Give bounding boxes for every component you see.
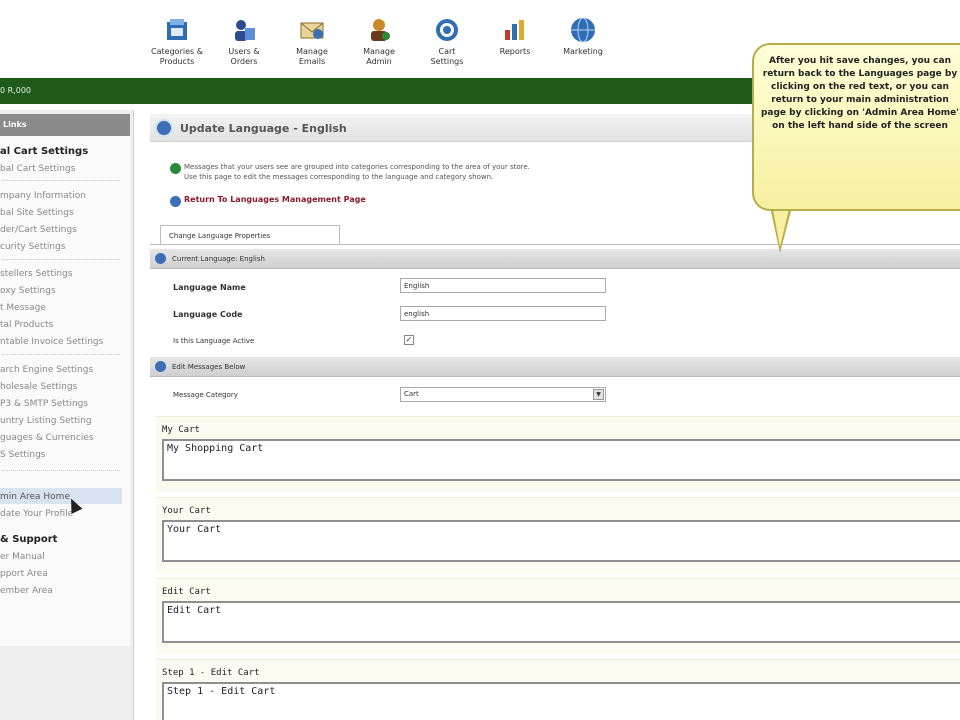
chevron-circle-icon	[155, 253, 166, 264]
sidebar-item-update-your-profile[interactable]: date Your Profile	[0, 509, 73, 519]
message-row-my-cart: My Cart My Shopping Cart	[156, 416, 960, 492]
sidebar-item-digital-products[interactable]: tal Products	[0, 320, 53, 330]
sidebar-item-search-engine-settings[interactable]: arch Engine Settings	[0, 365, 93, 375]
nav-reports[interactable]: Reports	[483, 16, 547, 57]
message-row-your-cart: Your Cart Your Cart	[156, 497, 960, 573]
sidebar-item-security-settings[interactable]: curity Settings	[0, 242, 65, 252]
sidebar-item-proxy-settings[interactable]: oxy Settings	[0, 286, 56, 296]
return-to-languages-link[interactable]: Return To Languages Management Page	[184, 195, 366, 204]
message-label: Step 1 - Edit Cart	[162, 668, 260, 678]
info-line: Use this page to edit the messages corre…	[184, 173, 494, 181]
nav-categories-products[interactable]: Categories & Products	[145, 16, 209, 67]
language-code-label: Language Code	[173, 310, 243, 319]
message-label: Your Cart	[162, 506, 211, 516]
manage-emails-icon	[298, 16, 326, 44]
sidebar-divider	[2, 354, 120, 355]
message-textarea[interactable]: Edit Cart	[162, 601, 960, 643]
message-row-edit-cart: Edit Cart Edit Cart	[156, 578, 960, 654]
edit-pencil-icon	[155, 361, 166, 372]
tutorial-callout: After you hit save changes, you can retu…	[752, 43, 960, 211]
info-icon	[170, 163, 181, 174]
header-bar-text: 0 R,000	[0, 86, 32, 95]
language-active-checkbox[interactable]: ✓	[404, 335, 414, 345]
sidebar-item-admin-area-home[interactable]: min Area Home	[0, 492, 70, 502]
sidebar-item-global-cart-settings[interactable]: bal Cart Settings	[0, 164, 75, 174]
edit-messages-label: Edit Messages Below	[172, 363, 246, 371]
sidebar-heading: Links	[0, 114, 130, 136]
callout-tail	[772, 205, 790, 247]
reports-icon	[501, 16, 529, 44]
sidebar-panel: al Cart Settings bal Cart Settings mpany…	[0, 136, 130, 646]
nav-manage-emails[interactable]: Manage Emails	[280, 16, 344, 67]
message-category-select[interactable]: Cart ▼	[400, 387, 606, 402]
language-code-input[interactable]	[400, 306, 606, 321]
sidebar-item-pop3-smtp-settings[interactable]: P3 & SMTP Settings	[0, 399, 88, 409]
message-textarea[interactable]: Step 1 - Edit Cart	[162, 682, 960, 720]
sidebar-item-wholesale-settings[interactable]: holesale Settings	[0, 382, 77, 392]
sidebar-item-rss-settings[interactable]: S Settings	[0, 450, 46, 460]
sidebar-item-order-cart-settings[interactable]: der/Cart Settings	[0, 225, 77, 235]
chevron-down-icon[interactable]: ▼	[593, 389, 604, 400]
cart-settings-icon	[433, 16, 461, 44]
callout-text: After you hit save changes, you can retu…	[760, 56, 960, 131]
sidebar-item-exit-message[interactable]: t Message	[0, 303, 46, 313]
nav-marketing[interactable]: Marketing	[551, 16, 615, 57]
message-textarea[interactable]: Your Cart	[162, 520, 960, 562]
language-icon	[155, 119, 173, 137]
info-text: Messages that your users see are grouped…	[184, 162, 530, 182]
nav-cart-settings[interactable]: Cart Settings	[415, 16, 479, 67]
sidebar-item-printable-invoice-settings[interactable]: ntable Invoice Settings	[0, 337, 103, 347]
edit-messages-bar: Edit Messages Below	[150, 357, 960, 377]
message-category-label: Message Category	[173, 391, 238, 399]
sidebar-item-country-listing-setting[interactable]: untry Listing Setting	[0, 416, 92, 426]
categories-products-icon	[163, 16, 191, 44]
sidebar-item-languages-currencies[interactable]: guages & Currencies	[0, 433, 94, 443]
message-category-value: Cart	[404, 390, 419, 398]
sidebar-item-company-information[interactable]: mpany Information	[0, 191, 86, 201]
sidebar-item-support-area[interactable]: pport Area	[0, 569, 48, 579]
current-language-bar: Current Language: English	[150, 249, 960, 269]
sidebar-item-user-manual[interactable]: er Manual	[0, 552, 45, 562]
message-label: My Cart	[162, 425, 200, 435]
sidebar-section-cart-settings: al Cart Settings	[0, 146, 89, 157]
language-active-label: Is this Language Active	[173, 337, 255, 345]
message-label: Edit Cart	[162, 587, 211, 597]
sidebar-divider	[2, 470, 120, 471]
sidebar-section-support: & Support	[0, 534, 58, 545]
tab-divider	[150, 244, 960, 245]
language-name-input[interactable]	[400, 278, 606, 293]
message-row-step-1-edit-cart: Step 1 - Edit Cart Step 1 - Edit Cart	[156, 659, 960, 720]
sidebar: Links al Cart Settings bal Cart Settings…	[0, 110, 134, 720]
nav-users-orders[interactable]: Users & Orders	[212, 16, 276, 67]
marketing-icon	[569, 16, 597, 44]
current-language-label: Current Language: English	[172, 255, 265, 263]
manage-admin-icon	[365, 16, 393, 44]
nav-manage-admin[interactable]: Manage Admin	[347, 16, 411, 67]
message-textarea[interactable]: My Shopping Cart	[162, 439, 960, 481]
info-line: Messages that your users see are grouped…	[184, 163, 530, 171]
return-arrow-icon	[170, 196, 181, 207]
tab-change-language-properties[interactable]: Change Language Properties	[160, 225, 340, 245]
users-orders-icon	[230, 16, 258, 44]
language-name-label: Language Name	[173, 283, 246, 292]
page-title: Update Language - English	[180, 122, 347, 135]
sidebar-divider	[2, 180, 120, 181]
sidebar-divider	[2, 259, 120, 260]
sidebar-item-resellers-settings[interactable]: stellers Settings	[0, 269, 72, 279]
sidebar-item-global-site-settings[interactable]: bal Site Settings	[0, 208, 74, 218]
sidebar-item-member-area[interactable]: ember Area	[0, 586, 53, 596]
